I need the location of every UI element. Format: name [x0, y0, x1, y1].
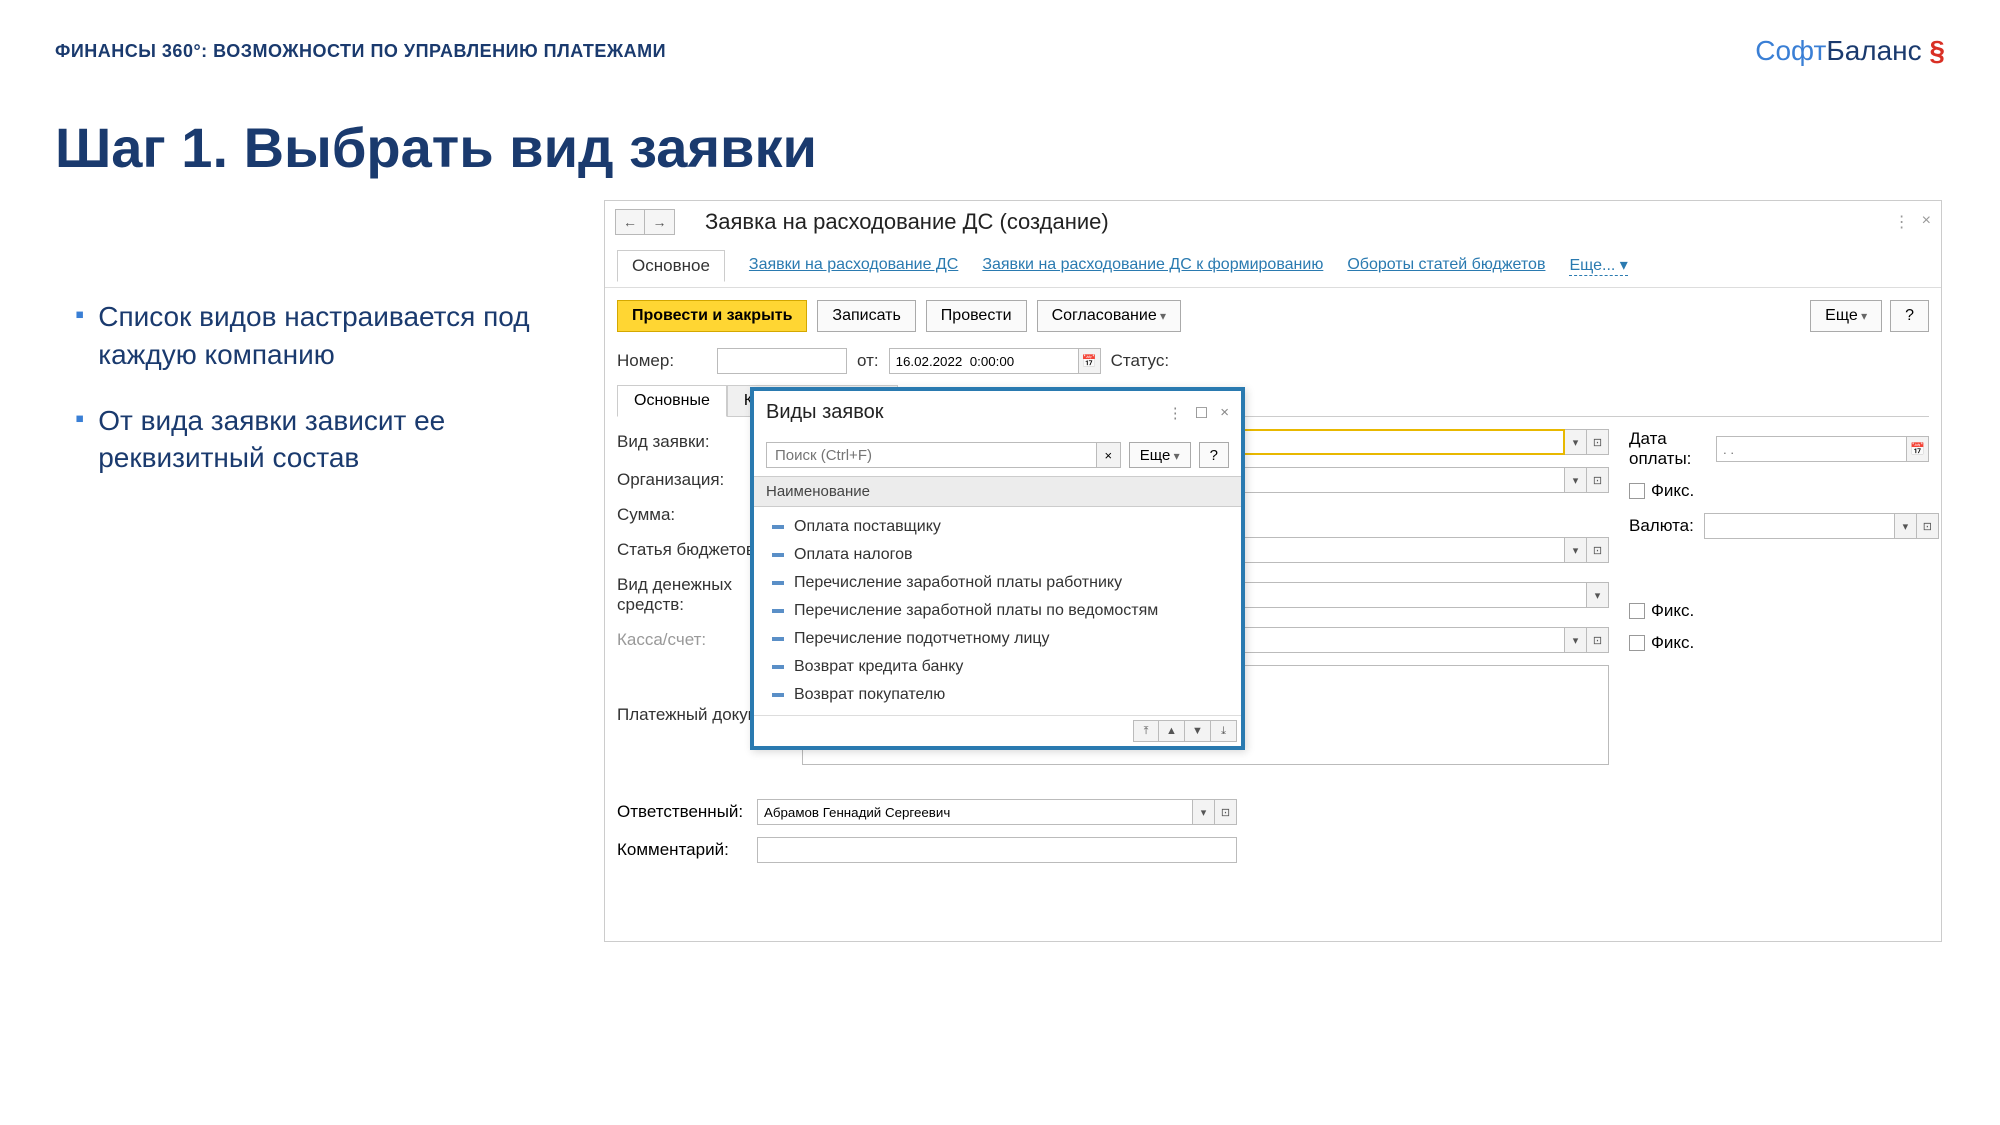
bullet-text: От вида заявки зависит ее реквизитный со… [98, 402, 575, 478]
dropdown-icon[interactable]: ▾ [1193, 799, 1215, 825]
nav-last-icon[interactable]: ⤓ [1211, 720, 1237, 742]
dropdown-icon[interactable]: ▾ [1565, 537, 1587, 563]
popup-title: Виды заявок [766, 401, 1168, 424]
list-item[interactable]: Оплата налогов [754, 541, 1241, 569]
open-icon[interactable]: ⊡ [1587, 627, 1609, 653]
dropdown-icon[interactable]: ▾ [1565, 467, 1587, 493]
window-titlebar: ← → Заявка на расходование ДС (создание)… [605, 201, 1941, 243]
item-icon [772, 637, 784, 641]
open-icon[interactable]: ⊡ [1587, 537, 1609, 563]
comment-input[interactable] [757, 837, 1237, 863]
save-button[interactable]: Записать [817, 300, 915, 332]
bullet-icon: ▪ [75, 402, 84, 478]
nav-back-button[interactable]: ← [615, 209, 645, 235]
nav-up-icon[interactable]: ▲ [1159, 720, 1185, 742]
close-icon[interactable]: × [1220, 404, 1229, 422]
item-icon [772, 665, 784, 669]
page-title: Шаг 1. Выбрать вид заявки [55, 115, 817, 180]
logo-icon: § [1929, 35, 1945, 66]
window-title: Заявка на расходование ДС (создание) [705, 209, 1109, 235]
open-icon[interactable]: ⊡ [1215, 799, 1237, 825]
app-window: ← → Заявка на расходование ДС (создание)… [604, 200, 1942, 942]
bullet-icon: ▪ [75, 298, 84, 374]
nav-down-icon[interactable]: ▼ [1185, 720, 1211, 742]
tab-requests-forming[interactable]: Заявки на расходование ДС к формированию [982, 256, 1323, 274]
dropdown-icon[interactable]: ▾ [1895, 513, 1917, 539]
tab-main[interactable]: Основное [617, 250, 725, 282]
payment-date-label: Дата оплаты: [1629, 429, 1706, 469]
number-label: Номер: [617, 351, 707, 371]
list-item: ▪ От вида заявки зависит ее реквизитный … [75, 402, 575, 478]
fixed-checkbox[interactable] [1629, 483, 1645, 499]
menu-icon[interactable]: ⋮ [1894, 212, 1910, 232]
column-header: Наименование [754, 476, 1241, 507]
help-button[interactable]: ? [1199, 442, 1229, 468]
list-item[interactable]: Перечисление заработной платы по ведомос… [754, 597, 1241, 625]
header-fields-row: Номер: от: Статус: [605, 344, 1941, 378]
tab-budget-turnover[interactable]: Обороты статей бюджетов [1347, 256, 1545, 274]
popup-list: Оплата поставщику Оплата налогов Перечис… [754, 507, 1241, 715]
from-label: от: [857, 351, 879, 371]
number-input[interactable] [717, 348, 847, 374]
search-input[interactable] [766, 442, 1097, 468]
nav-forward-button[interactable]: → [645, 209, 675, 235]
open-icon[interactable]: ⊡ [1587, 467, 1609, 493]
payment-date-input[interactable] [1716, 436, 1907, 462]
tab-requests[interactable]: Заявки на расходование ДС [749, 256, 958, 274]
logo: СофтБаланс § [1755, 35, 1945, 67]
dropdown-icon[interactable]: ▾ [1565, 429, 1587, 455]
fixed-label: Фикс. [1651, 601, 1694, 621]
toolbar: Провести и закрыть Записать Провести Сог… [605, 288, 1941, 344]
clear-search-icon[interactable]: × [1097, 442, 1121, 468]
responsible-label: Ответственный: [617, 802, 747, 822]
dropdown-icon[interactable]: ▾ [1565, 627, 1587, 653]
slide-header: ФИНАНСЫ 360°: ВОЗМОЖНОСТИ ПО УПРАВЛЕНИЮ … [55, 41, 666, 62]
bullet-text: Список видов настраивается под каждую ко… [98, 298, 575, 374]
item-icon [772, 553, 784, 557]
list-item: ▪ Список видов настраивается под каждую … [75, 298, 575, 374]
item-icon [772, 581, 784, 585]
date-input[interactable] [889, 348, 1079, 374]
post-and-close-button[interactable]: Провести и закрыть [617, 300, 807, 332]
approval-button[interactable]: Согласование [1037, 300, 1182, 332]
request-types-popup: Виды заявок ⋮ ☐ × × Еще ? Наименование О… [750, 387, 1245, 750]
responsible-input[interactable] [757, 799, 1193, 825]
calendar-icon[interactable] [1907, 436, 1929, 462]
calendar-icon[interactable] [1079, 348, 1101, 374]
item-icon [772, 525, 784, 529]
logo-soft: Софт [1755, 35, 1826, 66]
nav-first-icon[interactable]: ⤒ [1133, 720, 1159, 742]
logo-balance: Баланс [1826, 35, 1921, 66]
fixed-checkbox-2[interactable] [1629, 603, 1645, 619]
list-item[interactable]: Возврат покупателю [754, 681, 1241, 709]
open-icon[interactable]: ⊡ [1917, 513, 1939, 539]
bullet-list: ▪ Список видов настраивается под каждую … [75, 298, 575, 505]
more-button[interactable]: Еще [1810, 300, 1882, 332]
close-icon[interactable]: × [1922, 212, 1931, 232]
list-item[interactable]: Перечисление подотчетному лицу [754, 625, 1241, 653]
item-icon [772, 693, 784, 697]
item-icon [772, 609, 784, 613]
tab-more[interactable]: Еще... ▾ [1569, 255, 1627, 276]
list-item[interactable]: Перечисление заработной платы работнику [754, 569, 1241, 597]
fixed-label: Фикс. [1651, 633, 1694, 653]
more-button[interactable]: Еще [1129, 442, 1191, 468]
fixed-checkbox-3[interactable] [1629, 635, 1645, 651]
menu-icon[interactable]: ⋮ [1168, 404, 1183, 422]
help-button[interactable]: ? [1890, 300, 1929, 332]
post-button[interactable]: Провести [926, 300, 1027, 332]
dropdown-icon[interactable]: ▾ [1587, 582, 1609, 608]
status-label: Статус: [1111, 351, 1169, 371]
tab-bar: Основное Заявки на расходование ДС Заявк… [605, 243, 1941, 288]
currency-input[interactable] [1704, 513, 1895, 539]
comment-label: Комментарий: [617, 840, 747, 860]
list-item[interactable]: Оплата поставщику [754, 513, 1241, 541]
currency-label: Валюта: [1629, 516, 1694, 536]
open-icon[interactable]: ⊡ [1587, 429, 1609, 455]
list-item[interactable]: Возврат кредита банку [754, 653, 1241, 681]
maximize-icon[interactable]: ☐ [1195, 404, 1208, 422]
tab-basic[interactable]: Основные [617, 385, 727, 417]
fixed-label: Фикс. [1651, 481, 1694, 501]
